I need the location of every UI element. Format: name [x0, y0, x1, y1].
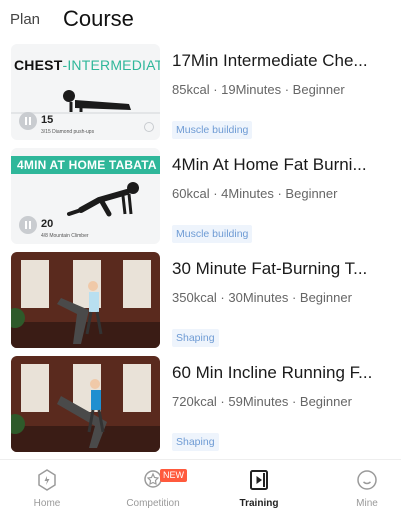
home-icon — [38, 469, 56, 491]
nav-label: Home — [33, 498, 61, 509]
course-meta: 720kcal · 59Minutes · Beginner — [172, 394, 352, 409]
pause-icon[interactable] — [19, 216, 37, 234]
course-title: 60 Min Incline Running F... — [172, 363, 373, 382]
course-card[interactable]: 60 Min Incline Running F... 720kcal · 59… — [0, 356, 401, 459]
treadmill-video-thumbnail — [11, 252, 160, 348]
fullscreen-icon[interactable] — [144, 122, 154, 132]
nav-label: Competition — [126, 498, 180, 509]
nav-competition[interactable]: NEW Competition — [113, 466, 193, 511]
course-tag: Shaping — [172, 329, 219, 347]
new-badge: NEW — [160, 469, 187, 482]
nav-mine[interactable]: Mine — [327, 466, 401, 511]
course-thumbnail[interactable] — [11, 252, 160, 348]
exercise-caption: 4/8 Mountain Climber — [41, 233, 89, 239]
header: Plan Course — [0, 0, 401, 44]
course-thumbnail[interactable] — [11, 356, 160, 452]
bottom-nav: Home NEW Competition Training Mine — [0, 459, 401, 511]
incline-treadmill-video-thumbnail — [11, 356, 160, 452]
nav-label: Training — [239, 498, 279, 509]
course-info: 17Min Intermediate Che... 85kcal · 19Min… — [172, 44, 394, 144]
course-card[interactable]: CHEST-INTERMEDIATE 15 3/15 Diamond push-… — [0, 44, 401, 147]
course-tag: Muscle building — [172, 121, 253, 139]
exercise-count: 15 — [41, 114, 54, 126]
exercise-caption: 3/15 Diamond push-ups — [41, 129, 95, 135]
course-title: 4Min At Home Fat Burni... — [172, 155, 367, 174]
course-info: 4Min At Home Fat Burni... 60kcal · 4Minu… — [172, 148, 394, 248]
nav-label: Mine — [356, 498, 378, 509]
course-meta: 350kcal · 30Minutes · Beginner — [172, 290, 352, 305]
profile-icon — [357, 470, 377, 490]
course-info: 30 Minute Fat-Burning T... 350kcal · 30M… — [172, 252, 394, 352]
course-info: 60 Min Incline Running F... 720kcal · 59… — [172, 356, 394, 456]
pause-icon[interactable] — [19, 112, 37, 130]
training-icon — [250, 470, 268, 490]
course-thumbnail[interactable]: 4MIN AT HOME TABATA 20 4/8 Mountain Clim… — [11, 148, 160, 244]
exercise-count: 20 — [41, 218, 54, 230]
tab-course[interactable]: Course — [63, 6, 134, 32]
course-tag: Muscle building — [172, 225, 253, 243]
course-thumbnail[interactable]: CHEST-INTERMEDIATE 15 3/15 Diamond push-… — [11, 44, 160, 140]
course-card[interactable]: 30 Minute Fat-Burning T... 350kcal · 30M… — [0, 252, 401, 355]
course-meta: 60kcal · 4Minutes · Beginner — [172, 186, 338, 201]
course-meta: 85kcal · 19Minutes · Beginner — [172, 82, 345, 97]
nav-training[interactable]: Training — [219, 466, 299, 511]
course-title: 17Min Intermediate Che... — [172, 51, 368, 70]
tab-plan[interactable]: Plan — [10, 11, 40, 28]
nav-home[interactable]: Home — [7, 466, 87, 511]
course-tag: Shaping — [172, 433, 219, 451]
course-card[interactable]: 4MIN AT HOME TABATA 20 4/8 Mountain Clim… — [0, 148, 401, 251]
course-title: 30 Minute Fat-Burning T... — [172, 259, 368, 278]
